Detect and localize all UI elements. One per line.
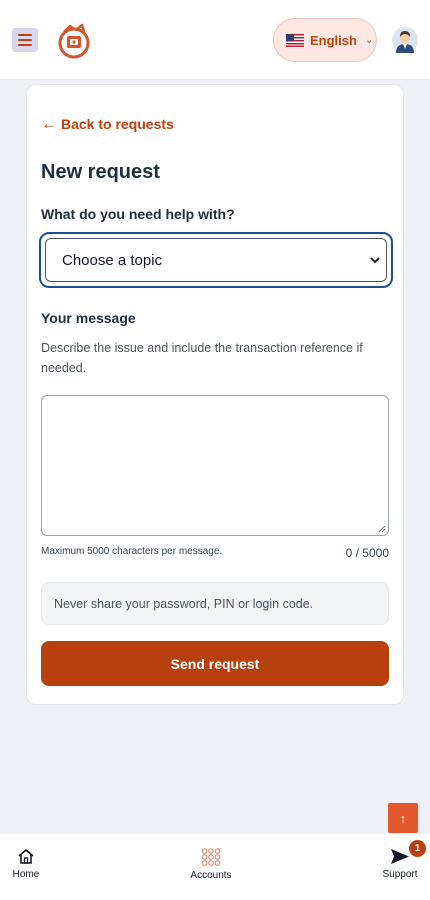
menu-button[interactable] [12, 28, 38, 52]
arrow-left-icon: ← [41, 114, 58, 133]
security-notice: Never share your password, PIN or login … [41, 582, 389, 625]
page-title: New request [41, 161, 160, 183]
message-label: Your message [41, 310, 136, 326]
user-avatar-icon[interactable] [392, 27, 418, 53]
message-textarea[interactable] [41, 395, 389, 536]
support-badge: 1 [409, 840, 426, 857]
nav-support[interactable]: 1 Support [380, 840, 426, 880]
accounts-grid-icon [201, 848, 221, 866]
language-label: English [310, 32, 357, 48]
nav-support-label: Support [382, 869, 418, 880]
arrow-up-icon: ↑ [399, 810, 407, 826]
back-link-label: Back to requests [61, 115, 174, 132]
topic-select-value: Choose a topic [62, 251, 163, 269]
new-request-card: ← Back to requests New request What do y… [26, 84, 404, 705]
home-icon [18, 849, 34, 864]
brand-logo[interactable] [56, 22, 92, 60]
nav-accounts-label: Accounts [190, 870, 232, 881]
language-selector[interactable]: English ⌄ [273, 18, 377, 62]
topic-select[interactable]: Choose a topic [39, 232, 393, 288]
message-help-text: Describe the issue and include the trans… [41, 341, 363, 375]
us-flag-icon [286, 33, 304, 47]
bottom-navigation: Home Accounts 1 Support [0, 833, 430, 900]
nav-home-label: Home [12, 869, 40, 880]
character-counter: 0 / 5000 [345, 546, 389, 560]
nav-accounts[interactable]: Accounts [187, 848, 235, 881]
hamburger-icon [18, 34, 32, 36]
nav-home[interactable]: Home [11, 848, 41, 880]
max-length-note: Maximum 5000 characters per message. [41, 546, 223, 557]
send-icon [391, 849, 409, 864]
chevron-down-icon [370, 253, 380, 267]
scroll-to-top-button[interactable]: ↑ [388, 803, 418, 833]
send-request-button[interactable]: Send request [41, 641, 389, 686]
app-header: English ⌄ [0, 0, 430, 80]
back-to-requests-link[interactable]: ← Back to requests [41, 115, 174, 132]
chevron-down-icon: ⌄ [364, 34, 374, 46]
topic-label: What do you need help with? [41, 206, 235, 222]
resize-handle-icon[interactable] [378, 525, 386, 533]
